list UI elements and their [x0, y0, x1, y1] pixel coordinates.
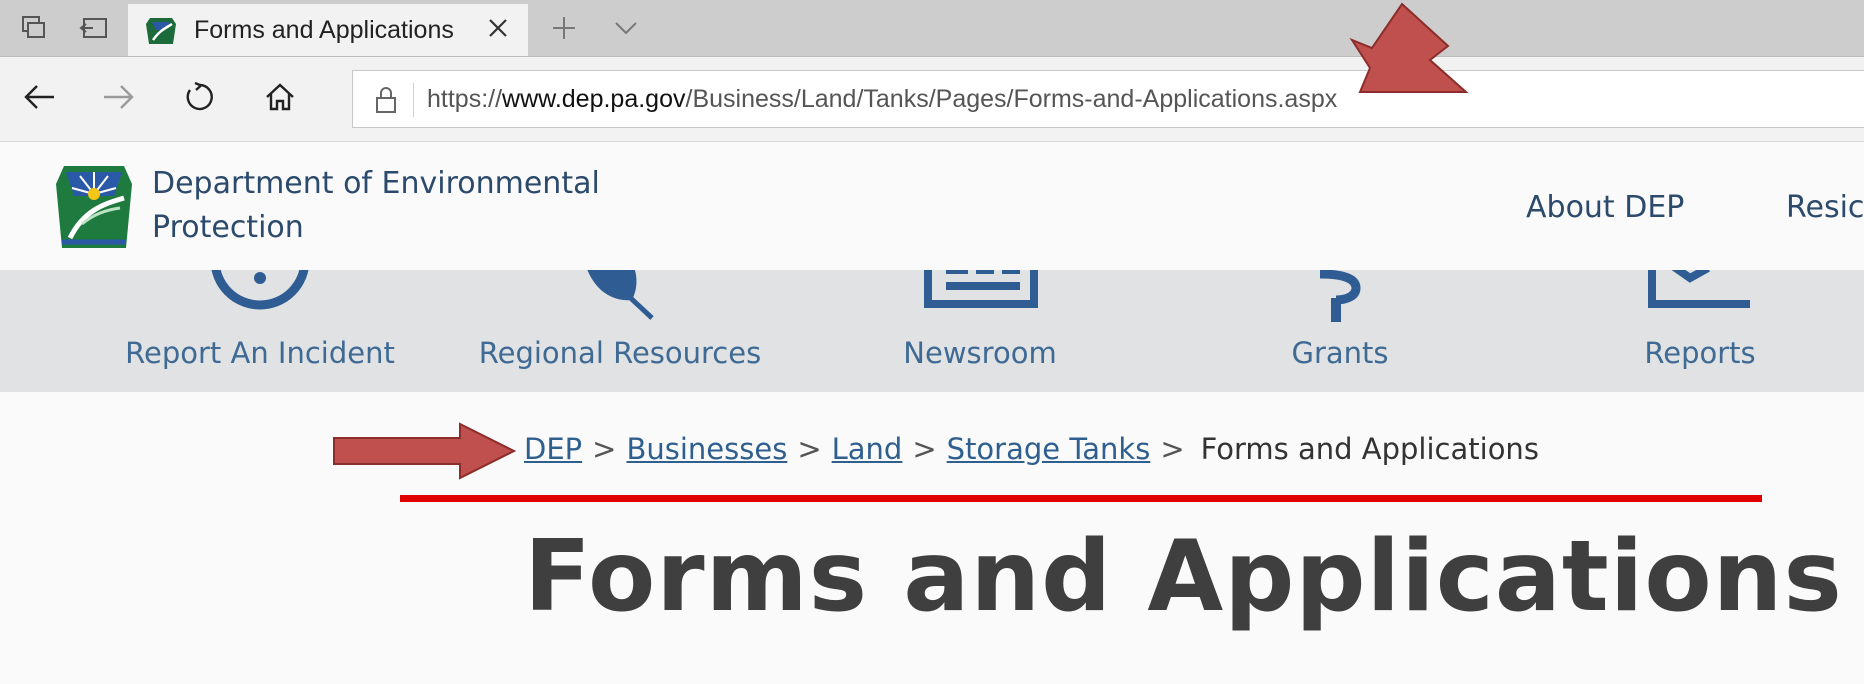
browser-toolbar: https://www.dep.pa.gov/Business/Land/Tan… — [0, 57, 1864, 142]
set-aside-tabs-icon[interactable] — [76, 10, 112, 46]
leaf-icon — [587, 270, 654, 320]
tab-strip: Forms and Applications — [0, 0, 1864, 57]
breadcrumb-link-storage-tanks[interactable]: Storage Tanks — [947, 432, 1151, 466]
alert-circle-icon — [211, 270, 309, 310]
site-name-line1: Department of Environmental — [152, 166, 600, 201]
breadcrumb-separator: > — [912, 432, 937, 466]
home-icon[interactable] — [254, 71, 306, 123]
lock-icon — [376, 87, 396, 113]
chart-icon — [1648, 270, 1750, 308]
url-host: www.dep.pa.gov — [502, 85, 686, 113]
annotation-underline — [400, 495, 1762, 502]
breadcrumb-link-businesses[interactable]: Businesses — [626, 432, 787, 466]
quick-links-bar: Report An Incident Regional Resources Ne… — [0, 270, 1864, 392]
forward-arrow-icon[interactable] — [92, 71, 144, 123]
breadcrumb-separator: > — [592, 432, 617, 466]
pa-keystone-logo[interactable] — [54, 164, 134, 252]
newspaper-icon — [924, 270, 1038, 308]
breadcrumb-separator: > — [1160, 432, 1185, 466]
site-name[interactable]: Department of Environmental Protection — [152, 162, 672, 250]
tab-switcher-icon[interactable] — [16, 10, 52, 46]
chevron-down-icon[interactable] — [608, 10, 644, 46]
quick-link-label: Reports — [1644, 336, 1756, 370]
nav-about-dep[interactable]: About DEP — [1526, 190, 1684, 225]
site-header: Department of Environmental Protection A… — [0, 142, 1864, 270]
breadcrumb-separator: > — [797, 432, 822, 466]
tab-title: Forms and Applications — [194, 16, 454, 44]
quick-link-label: Report An Incident — [125, 336, 395, 370]
browser-window: Forms and Applications https://www.dep.p… — [0, 0, 1864, 684]
dollar-icon — [1319, 270, 1361, 322]
url-text[interactable]: https://www.dep.pa.gov/Business/Land/Tan… — [427, 85, 1337, 114]
url-path: /Business/Land/Tanks/Pages/Forms-and-App… — [685, 85, 1338, 113]
breadcrumb: DEP > Businesses > Land > Storage Tanks > Forms … — [524, 432, 1539, 466]
annotation-arrow-icon — [1349, 2, 1469, 93]
annotation-arrow-icon — [333, 422, 517, 480]
address-divider — [413, 83, 414, 117]
page-title: Forms and Applications — [524, 520, 1843, 634]
favicon-keystone-icon — [146, 18, 176, 44]
breadcrumb-link-dep[interactable]: DEP — [524, 432, 582, 466]
refresh-icon[interactable] — [174, 71, 226, 123]
quick-link-label: Newsroom — [903, 336, 1057, 370]
site-name-line2: Protection — [152, 210, 304, 245]
nav-resources[interactable]: Resic — [1786, 190, 1864, 225]
quick-link-label: Regional Resources — [478, 336, 762, 370]
close-icon[interactable] — [482, 12, 514, 44]
url-scheme: https:// — [427, 85, 503, 113]
tab-active[interactable]: Forms and Applications — [128, 4, 528, 56]
plus-icon[interactable] — [546, 10, 582, 46]
address-bar[interactable]: https://www.dep.pa.gov/Business/Land/Tan… — [352, 70, 1864, 128]
breadcrumb-current: Forms and Applications — [1200, 432, 1539, 466]
back-arrow-icon[interactable] — [14, 71, 66, 123]
breadcrumb-link-land[interactable]: Land — [832, 432, 903, 466]
quick-link-label: Grants — [1291, 336, 1389, 370]
